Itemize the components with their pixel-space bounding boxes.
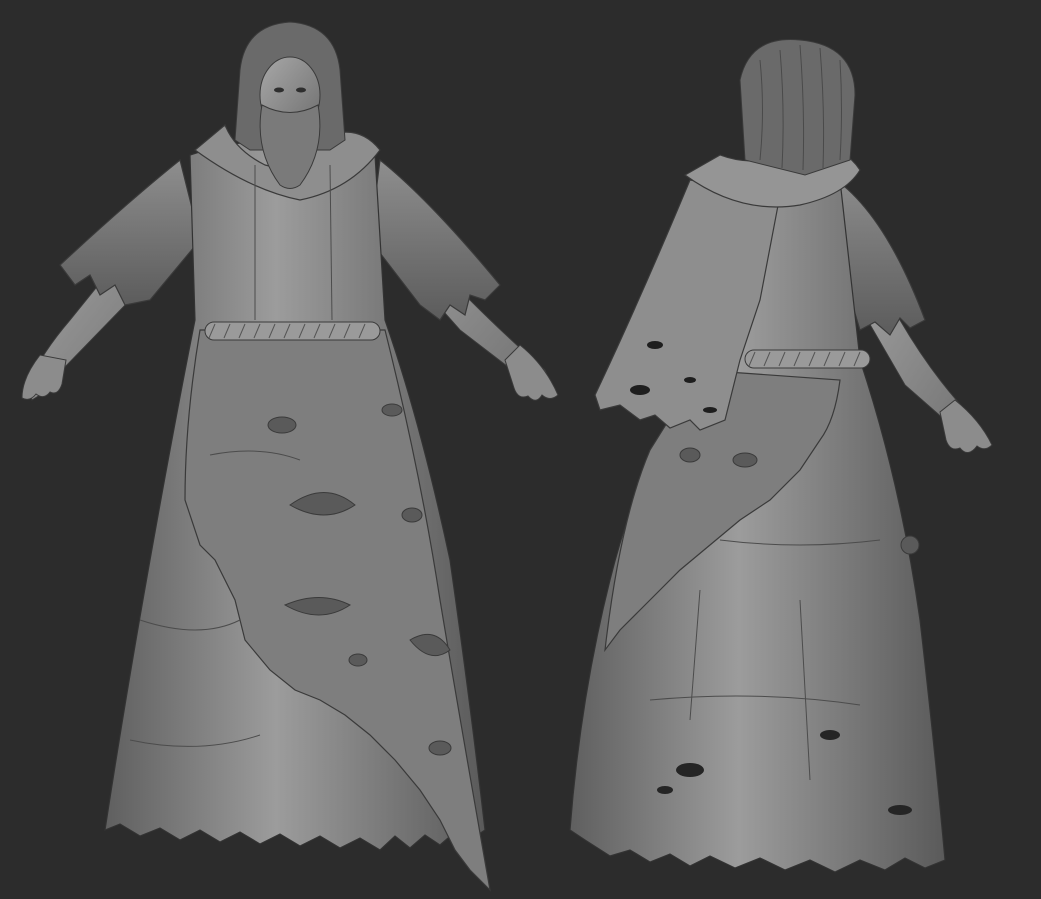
- front-rope-belt: [204, 321, 381, 341]
- eye-motif: [900, 535, 920, 555]
- eye-motif: [428, 740, 452, 756]
- eye-motif: [348, 653, 368, 667]
- front-left-sleeve: [59, 158, 201, 306]
- eye-motif: [732, 452, 758, 468]
- back-rope-belt: [744, 349, 871, 369]
- front-right-hand: [504, 344, 559, 401]
- back-figure: [569, 39, 993, 873]
- back-hair: [739, 39, 856, 176]
- sculpt-canvas: [21, 21, 993, 892]
- front-right-sleeve: [369, 158, 501, 321]
- eye-motif: [401, 507, 423, 523]
- eye-motif: [267, 416, 297, 434]
- eye-motif: [381, 403, 403, 417]
- front-figure: [21, 21, 559, 892]
- sculpt-render: [0, 0, 1041, 899]
- eye-motif: [679, 447, 701, 463]
- back-right-hand: [939, 399, 993, 453]
- front-left-hand: [21, 354, 67, 400]
